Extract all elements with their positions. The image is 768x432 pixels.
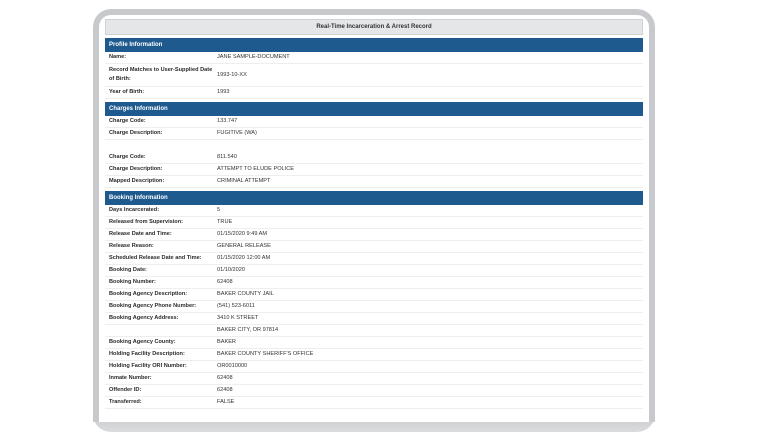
booking-row: Offender ID: 62408 (105, 385, 643, 397)
field-label: Booking Agency County: (109, 339, 176, 345)
field-label: Release Date and Time: (109, 231, 172, 237)
section-header-profile: Profile Information (105, 38, 643, 52)
charge-separator (105, 140, 643, 152)
booking-row: Release Date and Time: 01/15/2020 9:49 AM (105, 229, 643, 241)
charge-row: Charge Code: 133.747 (105, 116, 643, 128)
field-value: FUGITIVE (WA) (217, 130, 257, 136)
field-value: CRIMINAL ATTEMPT (217, 178, 271, 184)
booking-row: Inmate Number: 62408 (105, 373, 643, 385)
field-label: Inmate Number: (109, 375, 152, 381)
field-label: Holding Facility ORI Number: (109, 363, 187, 369)
charge-row: Charge Description: ATTEMPT TO ELUDE POL… (105, 164, 643, 176)
booking-row: Holding Facility ORI Number: OR0010000 (105, 361, 643, 373)
field-value: 5 (217, 207, 221, 213)
section-header-booking: Booking Information (105, 191, 643, 205)
booking-row: Days Incarcerated: 5 (105, 205, 643, 217)
field-value: (541) 523-6011 (217, 303, 255, 309)
booking-row: Booking Agency Phone Number: (541) 523-60… (105, 301, 643, 313)
booking-row: Booking Number: 62408 (105, 277, 643, 289)
field-value: 811.540 (217, 154, 237, 160)
booking-row: Released from Supervision: TRUE (105, 217, 643, 229)
section-header-charges: Charges Information (105, 102, 643, 116)
field-label: Mapped Description: (109, 178, 165, 184)
booking-row: Holding Facility Description: BAKER COUNT… (105, 349, 643, 361)
field-label: Booking Agency Description: (109, 291, 188, 297)
field-label: Scheduled Release Date and Time: (109, 255, 202, 261)
field-value: 62408 (217, 279, 233, 285)
field-label: Booking Agency Address: (109, 315, 179, 321)
field-value: OR0010000 (217, 363, 248, 369)
field-label: Year of Birth: (109, 89, 145, 95)
field-value: 62408 (217, 387, 233, 393)
field-label: Charge Description: (109, 166, 163, 172)
field-value: TRUE (217, 219, 233, 225)
field-value: 01/10/2020 (217, 267, 245, 273)
record-frame: Real-Time Incarceration & Arrest Record … (93, 9, 655, 422)
field-value: 01/15/2020 9:49 AM (217, 231, 268, 237)
field-label: Record Matches to User-Supplied Date of … (109, 67, 213, 82)
field-value: BAKER COUNTY JAIL (217, 291, 274, 297)
field-value: 01/15/2020 12:00 AM (217, 255, 271, 261)
field-label: Booking Agency Phone Number: (109, 303, 197, 309)
field-value: BAKER (217, 339, 236, 345)
field-value: 1993-10-XX (217, 72, 247, 78)
field-label: Holding Facility Description: (109, 351, 185, 357)
charge-row: Charge Description: FUGITIVE (WA) (105, 128, 643, 140)
field-label: Name: (109, 54, 127, 60)
field-label: Transferred: (109, 399, 142, 405)
field-label: Days Incarcerated: (109, 207, 160, 213)
record-title: Real-Time Incarceration & Arrest Record (105, 19, 643, 35)
charge-row: Mapped Description: CRIMINAL ATTEMPT (105, 176, 643, 188)
field-label: Booking Date: (109, 267, 147, 273)
field-label: Charge Description: (109, 130, 163, 136)
field-label: Charge Code: (109, 118, 146, 124)
field-value: 3410 K STREET (217, 315, 259, 321)
field-label: Released from Supervision: (109, 219, 183, 225)
field-value: GENERAL RELEASE (217, 243, 271, 249)
field-label: Release Reason: (109, 243, 154, 249)
profile-row-name: Name: JANE SAMPLE-DOCUMENT (105, 52, 643, 64)
booking-row: BAKER CITY, OR 97814 (105, 325, 643, 337)
field-label: Offender ID: (109, 387, 142, 393)
record-panel: Real-Time Incarceration & Arrest Record … (105, 19, 643, 422)
booking-row: Booking Agency County: BAKER (105, 337, 643, 349)
profile-row-year: Year of Birth: 1993 (105, 87, 643, 99)
field-value: BAKER COUNTY SHERIFF'S OFFICE (217, 351, 314, 357)
booking-row: Release Reason: GENERAL RELEASE (105, 241, 643, 253)
field-value: 62408 (217, 375, 233, 381)
booking-row: Transferred: FALSE (105, 397, 643, 409)
field-value: BAKER CITY, OR 97814 (217, 327, 279, 333)
charge-row: Charge Code: 811.540 (105, 152, 643, 164)
booking-row: Booking Date: 01/10/2020 (105, 265, 643, 277)
booking-row: Scheduled Release Date and Time: 01/15/20… (105, 253, 643, 265)
field-value: ATTEMPT TO ELUDE POLICE (217, 166, 294, 172)
booking-row: Booking Agency Address: 3410 K STREET (105, 313, 643, 325)
field-value: 1993 (217, 89, 230, 95)
field-label: Charge Code: (109, 154, 146, 160)
field-value: 133.747 (217, 118, 238, 124)
booking-row: Booking Agency Description: BAKER COUNTY … (105, 289, 643, 301)
field-label: Booking Number: (109, 279, 156, 285)
field-value: FALSE (217, 399, 235, 405)
field-value: JANE SAMPLE-DOCUMENT (217, 54, 290, 60)
profile-row-dob-match: Record Matches to User-Supplied Date of … (105, 64, 643, 87)
